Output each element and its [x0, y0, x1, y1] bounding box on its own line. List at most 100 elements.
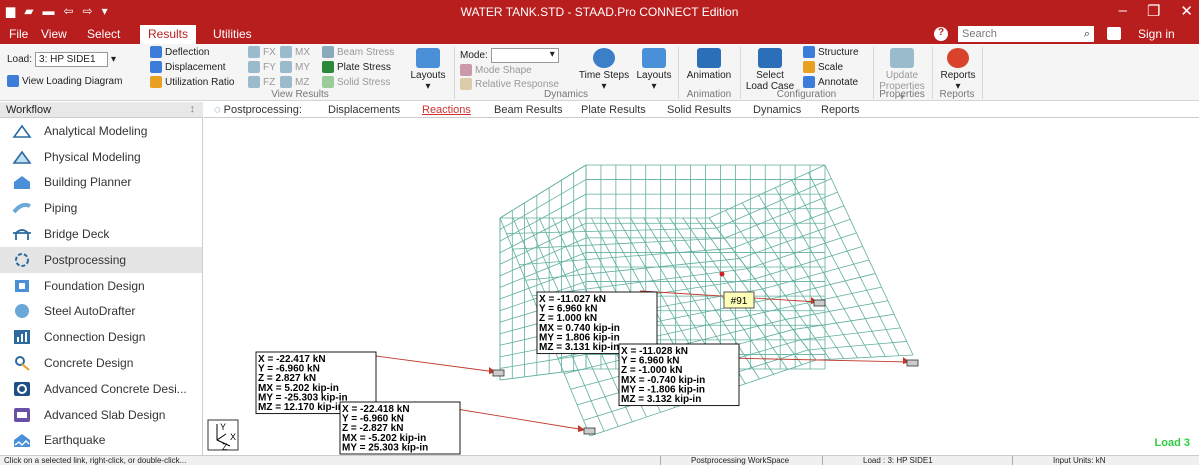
fz-label: FZ — [263, 76, 276, 88]
select-load-case-button[interactable]: Select Load Case — [744, 48, 796, 92]
workflow-item-earthquake[interactable]: Earthquake — [0, 428, 202, 454]
deflection-button[interactable]: Deflection — [150, 46, 209, 58]
layouts-button[interactable]: Layouts ▾ — [408, 48, 448, 92]
workflow-item-label: Postprocessing — [44, 252, 127, 267]
mode-label: Mode: — [460, 50, 488, 61]
structure-button[interactable]: Structure — [803, 46, 859, 58]
search-icon[interactable]: ⌕ — [1084, 28, 1090, 40]
workflow-item-foundation-design[interactable]: Foundation Design — [0, 273, 202, 299]
model-canvas[interactable]: X = -22.417 kNY = -6.960 kNZ = 2.827 kNM… — [204, 118, 1199, 455]
fx-icon — [248, 46, 260, 58]
reports-icon — [947, 48, 969, 68]
reaction-box: X = -22.418 kNY = -6.960 kNZ = -2.827 kN… — [339, 401, 461, 455]
help-icon[interactable]: ? — [934, 27, 948, 41]
plate-stress-button[interactable]: Plate Stress — [322, 61, 391, 73]
tab-dynamics[interactable]: Dynamics — [753, 104, 801, 116]
time-steps-label: Time Steps — [578, 70, 630, 81]
workflow-item-analytical-modeling[interactable]: Analytical Modeling — [0, 118, 202, 144]
load-dropdown[interactable]: 3: HP SIDE1 — [35, 52, 109, 67]
workflow-item-advanced-concrete[interactable]: Advanced Concrete Desi... — [0, 376, 202, 402]
beam-stress-button[interactable]: Beam Stress — [322, 46, 394, 58]
view-loading-label: View Loading Diagram — [22, 75, 123, 87]
solid-stress-label: Solid Stress — [337, 76, 391, 88]
restore-icon[interactable]: ❐ — [1147, 2, 1160, 20]
tab-beam-results[interactable]: Beam Results — [494, 104, 562, 116]
fx-button[interactable]: FX — [248, 46, 276, 58]
search-input[interactable]: Search ⌕ — [958, 26, 1094, 42]
workflow-panel: Analytical Modeling Physical Modeling Bu… — [0, 118, 203, 455]
animation-button[interactable]: Animation — [682, 48, 736, 81]
workflow-title: Workflow — [6, 104, 52, 116]
tab-reports[interactable]: Reports — [821, 104, 860, 116]
menu-results[interactable]: Results — [140, 25, 197, 44]
chevron-down-icon[interactable]: ▾ — [111, 54, 116, 65]
menu-select[interactable]: Select — [87, 27, 120, 41]
reaction-value: MY = 25.303 kip-in — [342, 442, 428, 453]
status-load: Load : 3: HP SIDE1 — [822, 456, 933, 465]
reports-button[interactable]: Reports ▾ — [936, 48, 980, 92]
mz-button[interactable]: MZ — [280, 76, 309, 88]
tab-reactions[interactable]: Reactions — [422, 104, 471, 116]
workflow-item-label: Concrete Design — [44, 356, 134, 371]
solid-stress-button[interactable]: Solid Stress — [322, 76, 390, 88]
close-icon[interactable]: ✕ — [1180, 2, 1193, 20]
view-loading-diagram-button[interactable]: View Loading Diagram — [7, 75, 122, 87]
reaction-box: X = -11.028 kNY = 6.960 kNZ = -1.000 kNM… — [618, 343, 740, 407]
menu-view[interactable]: View — [41, 27, 67, 41]
time-steps-button[interactable]: Time Steps ▾ — [575, 48, 633, 92]
building-planner-icon — [12, 173, 32, 191]
mode-shape-icon — [460, 64, 472, 76]
postprocessing-tabs: ◌ Postprocessing: Displacements Reaction… — [204, 102, 1199, 118]
dynamics-layouts-button[interactable]: Layouts ▾ — [634, 48, 674, 92]
workflow-item-postprocessing[interactable]: Postprocessing — [0, 246, 202, 273]
beam-stress-label: Beam Stress — [337, 46, 395, 58]
workflow-item-piping[interactable]: Piping — [0, 195, 202, 221]
workflow-item-label: Steel AutoDrafter — [44, 304, 136, 319]
tab-displacements[interactable]: Displacements — [328, 104, 400, 116]
my-button[interactable]: MY — [280, 61, 310, 73]
fx-label: FX — [263, 46, 276, 58]
layouts-label: Layouts — [410, 70, 446, 81]
loading-diagram-icon — [7, 75, 19, 87]
pin-icon[interactable]: ↕ — [190, 103, 196, 115]
user-icon[interactable] — [1107, 27, 1121, 40]
relative-response-label: Relative Response — [475, 78, 559, 90]
tab-plate-results[interactable]: Plate Results — [581, 104, 646, 116]
load-selector: Load: 3: HP SIDE1 ▾ — [7, 52, 116, 67]
fz-button[interactable]: FZ — [248, 76, 275, 88]
mode-dropdown[interactable]: ▾ — [490, 48, 559, 63]
plate-stress-icon — [322, 61, 334, 73]
workflow-item-concrete-design[interactable]: Concrete Design — [0, 350, 202, 376]
group-animation: Animation — [686, 89, 732, 100]
workflow-item-label: Building Planner — [44, 175, 132, 190]
my-label: MY — [295, 61, 310, 73]
workflow-item-bridge-deck[interactable]: Bridge Deck — [0, 221, 202, 247]
tab-solid-results[interactable]: Solid Results — [667, 104, 731, 116]
sign-in-link[interactable]: Sign in — [1138, 27, 1175, 41]
menu-file[interactable]: File — [9, 27, 28, 41]
minimize-icon[interactable]: – — [1119, 2, 1127, 20]
annotate-button[interactable]: Annotate — [803, 76, 858, 88]
load-case-icon — [758, 48, 782, 68]
node-tag-label: #91 — [731, 296, 748, 307]
mx-button[interactable]: MX — [280, 46, 310, 58]
workflow-item-connection-design[interactable]: Connection Design — [0, 324, 202, 350]
postprocessing-icon: ◌ — [214, 104, 221, 116]
displacement-button[interactable]: Displacement — [150, 61, 226, 73]
axis-triad: Y X Z — [207, 419, 239, 452]
model-viewport[interactable]: X = -22.417 kN Y = -6.960 kN Z = 2.827 kN M… — [204, 118, 1199, 455]
utilization-label: Utilization Ratio — [165, 76, 235, 88]
selected-node[interactable] — [719, 271, 725, 277]
workflow-item-physical-modeling[interactable]: Physical Modeling — [0, 144, 202, 170]
scale-button[interactable]: Scale — [803, 61, 843, 73]
title-bar: ▆ ▰ ▬ ⇦ ⇨ ▾ WATER TANK.STD - STAAD.Pro C… — [0, 0, 1199, 24]
menu-utilities[interactable]: Utilities — [213, 27, 252, 41]
concrete-design-icon — [12, 354, 32, 372]
workflow-item-advanced-slab[interactable]: Advanced Slab Design — [0, 402, 202, 428]
group-properties: Properties — [879, 89, 925, 100]
fy-button[interactable]: FY — [248, 61, 276, 73]
workflow-item-steel-autodrafter[interactable]: Steel AutoDrafter — [0, 299, 202, 325]
mode-shape-button[interactable]: Mode Shape — [460, 64, 532, 76]
workflow-item-building-planner[interactable]: Building Planner — [0, 170, 202, 196]
utilization-ratio-button[interactable]: Utilization Ratio — [150, 76, 234, 88]
